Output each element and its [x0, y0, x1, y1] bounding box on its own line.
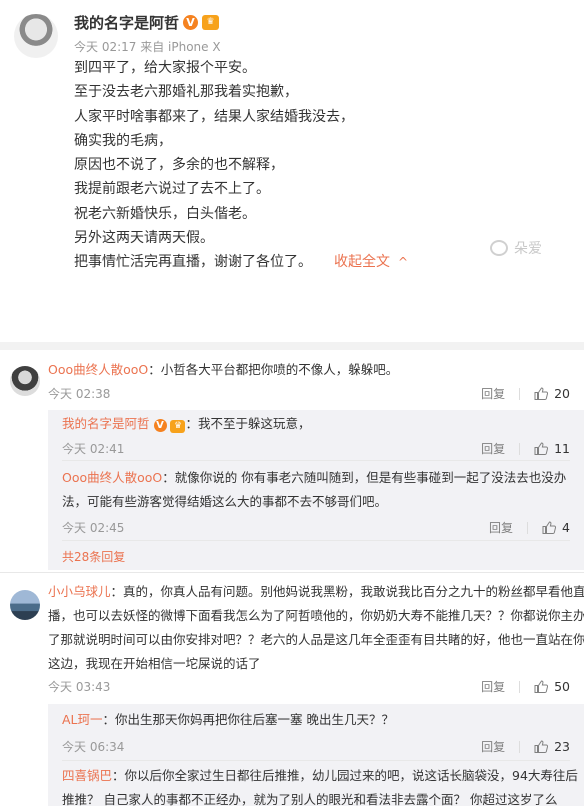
reply-time: 今天 06:34 — [62, 740, 125, 754]
comment-line: 播，也可以去妖怪的微博下面看我怎么为了阿哲喷他的，你奶奶大寿不能推几天？？你都说… — [48, 608, 584, 623]
reply-user-name[interactable]: 四喜锅巴 — [62, 768, 112, 783]
reply-button[interactable]: 回复 — [481, 440, 505, 457]
post-user-name[interactable]: 我的名字是阿哲 — [74, 12, 179, 33]
reply-text: Ooo曲终人散ooO：就像你说的 你有事老六随叫随到，但是有些事碰到一起了没法去… — [62, 466, 570, 490]
comment-item: Ooo曲终人散ooO：小哲各大平台都把你喷的不像人，躲躲吧。 今天 02:38 … — [0, 356, 584, 576]
reply-button[interactable]: 回复 — [481, 385, 505, 402]
reply-time: 今天 02:45 — [62, 521, 125, 535]
reply-actions: 回复 4 — [489, 519, 570, 536]
divider — [62, 540, 570, 541]
comment-avatar[interactable] — [10, 366, 40, 396]
reply-time: 今天 02:41 — [62, 442, 125, 456]
action-divider — [519, 680, 521, 693]
action-divider — [519, 442, 521, 455]
like-thumb-icon[interactable] — [534, 442, 549, 455]
reply-button[interactable]: 回复 — [489, 519, 513, 536]
watermark: 朵爱 — [490, 238, 542, 258]
action-divider — [527, 521, 529, 534]
reply-text: 四喜锅巴：你以后你全家过生日都往后推推，幼儿园过来的吧，说这话长脑袋没，94大寿… — [62, 764, 578, 788]
reply-user-name[interactable]: Ooo曲终人散ooO — [62, 470, 162, 485]
comment-text: Ooo曲终人散ooO：小哲各大平台都把你喷的不像人，躲躲吧。 — [48, 358, 568, 382]
like-count: 50 — [554, 679, 570, 694]
reply-user-name[interactable]: 我的名字是阿哲 — [62, 416, 150, 431]
post-line: 原因也不说了，多余的也不解释， — [74, 157, 284, 174]
like-count: 4 — [562, 520, 570, 535]
reply-content-line: 法，可能有些游客觉得结婚这么大的事都不去不够哥们吧。 — [62, 494, 388, 509]
like-count: 11 — [554, 441, 570, 456]
comment-line: 小小乌球儿：真的，你真人品有问题。别他妈说我黑粉，我敢说我比百分之九十的粉丝都早… — [48, 580, 584, 604]
comment-content: ：小哲各大平台都把你喷的不像人，躲躲吧。 — [148, 362, 399, 377]
weibo-post: 我的名字是阿哲 V ♛ 今天 02:17 来自 iPhone X 到四平了，给大… — [0, 0, 584, 340]
like-thumb-icon[interactable] — [534, 680, 549, 693]
post-line: 我提前跟老六说过了去不上了。 — [74, 181, 270, 198]
crown-badge-icon: ♛ — [202, 15, 220, 30]
comment-item: 小小乌球儿：真的，你真人品有问题。别他妈说我黑粉，我敢说我比百分之九十的粉丝都早… — [0, 580, 584, 806]
divider — [0, 572, 584, 573]
verified-icon: V — [183, 15, 199, 30]
reply-box: AL珂一：你出生那天你妈再把你往后塞一塞 晚出生几天？？ 今天 06:34 回复… — [48, 704, 584, 806]
comment-actions: 回复 20 — [481, 385, 570, 402]
post-line: 祝老六新婚快乐，白头偕老。 — [74, 205, 256, 222]
like-count: 23 — [554, 739, 570, 754]
reply-item: AL珂一：你出生那天你妈再把你往后塞一塞 晚出生几天？？ 今天 06:34 回复… — [62, 708, 570, 754]
divider — [62, 460, 570, 461]
post-line: 至于没去老六那婚礼那我着实抱歉， — [74, 84, 298, 101]
post-line: 确实我的毛病， — [74, 132, 172, 149]
comment-user-name[interactable]: Ooo曲终人散ooO — [48, 362, 148, 377]
reply-content: ：我不至于躲这玩意， — [185, 416, 311, 431]
like-thumb-icon[interactable] — [542, 521, 557, 534]
post-line-text: 把事情忙活完再直播，谢谢了各位了。 — [74, 254, 312, 271]
reply-content: ：你以后你全家过生日都往后推推，幼儿园过来的吧，说这话长脑袋没，94大寿往后 — [112, 768, 578, 783]
reply-item: 四喜锅巴：你以后你全家过生日都往后推推，幼儿园过来的吧，说这话长脑袋没，94大寿… — [62, 764, 578, 806]
reply-text: 我的名字是阿哲 V ♛ ：我不至于躲这玩意， — [62, 412, 570, 436]
reply-content-line: 推推？ 自己家人的事都不正经办，就为了别人的眼光和看法非去露个面？ 你超过这岁了… — [62, 792, 558, 806]
post-header: 我的名字是阿哲 V ♛ — [74, 12, 220, 33]
comment-time: 今天 03:43 — [48, 680, 111, 694]
comment-content: ：真的，你真人品有问题。别他妈说我黑粉，我敢说我比百分之九十的粉丝都早看他直 — [110, 584, 584, 599]
action-divider — [519, 740, 521, 753]
collapse-full-text-link[interactable]: 收起全文 — [334, 254, 390, 270]
comment-user-name[interactable]: 小小乌球儿 — [48, 584, 111, 599]
reply-user-name[interactable]: AL珂一 — [62, 712, 103, 727]
verified-icon: V — [153, 419, 167, 432]
chevron-up-icon[interactable]: ^ — [398, 255, 408, 269]
reply-text: AL珂一：你出生那天你妈再把你往后塞一塞 晚出生几天？？ — [62, 708, 570, 732]
reply-content: ：就像你说的 你有事老六随叫随到，但是有些事碰到一起了没法去也没办 — [162, 470, 567, 485]
like-thumb-icon[interactable] — [534, 387, 549, 400]
more-replies-link[interactable]: 共28条回复 — [62, 548, 125, 565]
reply-button[interactable]: 回复 — [481, 738, 505, 755]
reply-box: 我的名字是阿哲 V ♛ ：我不至于躲这玩意， 今天 02:41 回复 11 Ooo… — [48, 410, 584, 570]
reply-actions: 回复 11 — [481, 440, 570, 457]
watermark-logo-icon — [490, 240, 508, 256]
comment-actions: 回复 50 — [481, 678, 570, 695]
post-line: 另外这两天请两天假。 — [74, 230, 214, 247]
crown-badge-icon: ♛ — [170, 420, 186, 433]
divider — [62, 760, 570, 761]
like-count: 20 — [554, 386, 570, 401]
comment-time: 今天 02:38 — [48, 387, 111, 401]
comment-line: 这边，我现在开始相信一坨屎说的话了 — [48, 656, 261, 671]
action-divider — [519, 387, 521, 400]
reply-item: Ooo曲终人散ooO：就像你说的 你有事老六随叫随到，但是有些事碰到一起了没法去… — [62, 466, 570, 535]
comment-text: 小小乌球儿：真的，你真人品有问题。别他妈说我黑粉，我敢说我比百分之九十的粉丝都早… — [48, 580, 584, 676]
reply-actions: 回复 23 — [481, 738, 570, 755]
post-line: 到四平了，给大家报个平安。 — [74, 60, 256, 76]
reply-button[interactable]: 回复 — [481, 678, 505, 695]
post-line: 人家平时啥事都来了，结果人家结婚我没去， — [74, 108, 354, 125]
watermark-text: 朵爱 — [514, 241, 542, 257]
like-thumb-icon[interactable] — [534, 740, 549, 753]
reply-item: 我的名字是阿哲 V ♛ ：我不至于躲这玩意， 今天 02:41 回复 11 — [62, 412, 570, 456]
post-body: 到四平了，给大家报个平安。 至于没去老六那婚礼那我着实抱歉， 人家平时啥事都来了… — [74, 56, 494, 275]
post-meta: 今天 02:17 来自 iPhone X — [74, 40, 221, 54]
reply-content: ：你出生那天你妈再把你往后塞一塞 晚出生几天？？ — [102, 712, 394, 727]
comment-line: 了那就说明时间可以由你安排对吧？？老六的人品是这几年全歪歪有目共睹的好，他也一直… — [48, 632, 584, 647]
post-line: 把事情忙活完再直播，谢谢了各位了。 收起全文 ^ — [74, 250, 494, 274]
divider — [0, 342, 584, 350]
post-avatar[interactable] — [14, 14, 58, 58]
